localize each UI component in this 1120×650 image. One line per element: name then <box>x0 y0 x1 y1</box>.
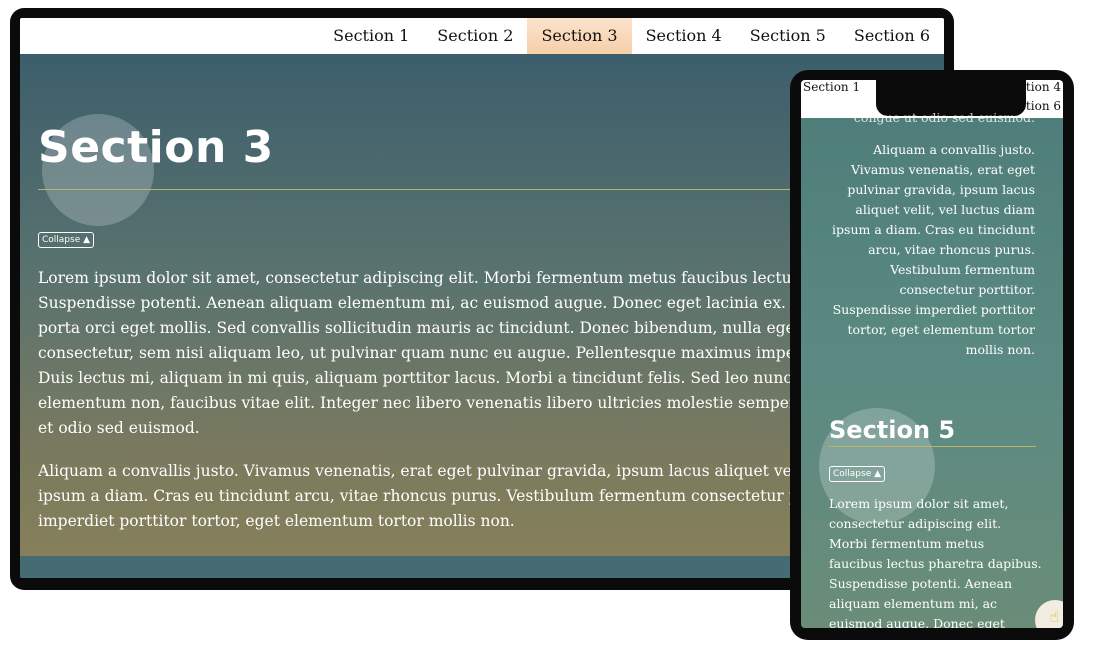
collapse-button[interactable]: Collapse ▲ <box>38 232 95 248</box>
paragraph-line: pulvinar gravida, ipsum lacus <box>847 182 1035 197</box>
section-paragraph-2: Aliquam a convallis justo. Vivamus venen… <box>38 459 818 534</box>
paragraph-line: ipsum a diam. Cras eu tincidunt arcu, vi… <box>38 487 818 505</box>
paragraph-line: Aliquam a convallis justo. Vivamus venen… <box>38 462 818 480</box>
phone-content[interactable]: congue ut odio sed euismod. Aliquam a co… <box>801 110 1063 628</box>
desktop-nav-bar: Section 1 Section 2 Section 3 Section 4 … <box>20 18 944 54</box>
paragraph-line: arcu, vitae rhoncus purus. <box>868 242 1035 257</box>
paragraph-line: tortor, eget elementum tortor <box>847 322 1035 337</box>
paragraph-line: Suspendisse imperdiet porttitor <box>832 302 1035 317</box>
nav-item-section-1[interactable]: Section 1 <box>319 18 423 54</box>
nav-item-section-5[interactable]: Section 5 <box>736 18 840 54</box>
paragraph-line: porta orci eget mollis. Sed convallis so… <box>38 319 818 337</box>
paragraph-line: aliquet velit, vel luctus diam <box>855 202 1035 217</box>
collapse-button[interactable]: Collapse ▲ <box>829 466 886 482</box>
paragraph-line: imperdiet porttitor tortor, eget element… <box>38 512 515 530</box>
paragraph-line: consectetur adipiscing elit. <box>829 516 1002 531</box>
paragraph-line: Duis lectus mi, aliquam in mi quis, aliq… <box>38 369 818 387</box>
paragraph-line: ipsum a diam. Cras eu tincidunt <box>832 222 1035 237</box>
section-5-paragraph: Lorem ipsum dolor sit amet, consectetur … <box>829 494 1049 628</box>
title-divider <box>38 189 798 190</box>
paragraph-line: euismod augue. Donec eget <box>829 616 1005 628</box>
paragraph-line: aliquam elementum mi, ac <box>829 596 998 611</box>
nav-item-section-4[interactable]: Section 4 <box>632 18 736 54</box>
paragraph-line: Aliquam a convallis justo. <box>873 142 1035 157</box>
section-4-paragraph: Aliquam a convallis justo. Vivamus venen… <box>830 140 1035 360</box>
nav-item-section-3[interactable]: Section 3 <box>527 18 632 54</box>
phone-nav-item-section-1[interactable]: Section 1 <box>803 80 860 94</box>
paragraph-line: Lorem ipsum dolor sit amet, consectetur … <box>38 269 818 287</box>
section-title: Section 5 <box>829 416 956 444</box>
title-divider <box>829 446 1036 447</box>
paragraph-line: Vivamus venenatis, erat eget <box>850 162 1035 177</box>
pointer-hand-icon: ☝ <box>1049 607 1059 626</box>
paragraph-line: Suspendisse potenti. Aenean <box>829 576 1013 591</box>
phone-device-frame: Section 1 ection 4 ection 6 congue ut od… <box>790 70 1074 640</box>
nav-item-section-2[interactable]: Section 2 <box>423 18 527 54</box>
paragraph-line: Vestibulum fermentum <box>890 262 1035 277</box>
paragraph-line: consectetur, sem nisi aliquam leo, ut pu… <box>38 344 818 362</box>
phone-screen: Section 1 ection 4 ection 6 congue ut od… <box>801 80 1063 628</box>
paragraph-line: mollis non. <box>965 342 1035 357</box>
paragraph-line: elementum non, faucibus vitae elit. Inte… <box>38 394 818 412</box>
paragraph-line: consectetur porttitor. <box>899 282 1035 297</box>
paragraph-line: et odio sed euismod. <box>38 419 200 437</box>
nav-item-section-6[interactable]: Section 6 <box>840 18 944 54</box>
section-title: Section 3 <box>38 122 274 173</box>
paragraph-line: faucibus lectus pharetra dapibus. <box>829 556 1042 571</box>
partial-text-line: congue ut odio sed euismod. <box>853 110 1035 125</box>
paragraph-line: Morbi fermentum metus <box>829 536 985 551</box>
paragraph-line: Lorem ipsum dolor sit amet, <box>829 496 1009 511</box>
paragraph-line: Suspendisse potenti. Aenean aliquam elem… <box>38 294 818 312</box>
section-paragraph-1: Lorem ipsum dolor sit amet, consectetur … <box>38 266 818 441</box>
